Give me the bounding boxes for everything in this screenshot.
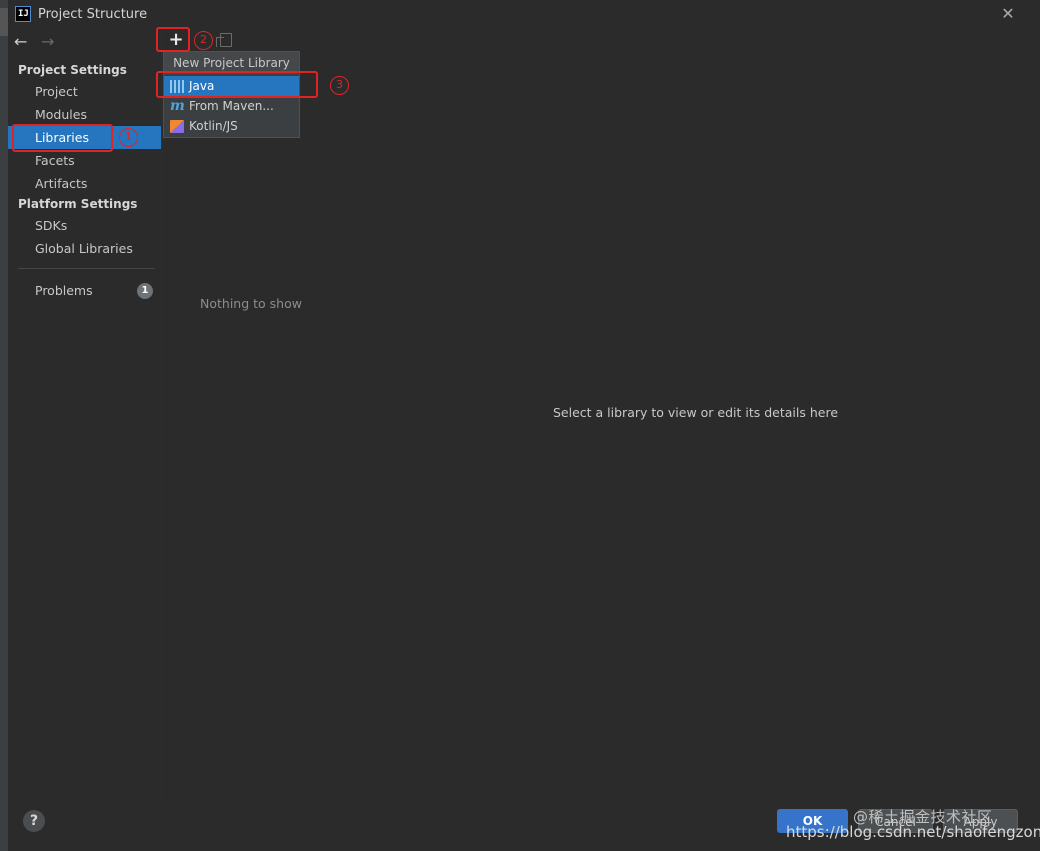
popup-item-kotlin-js[interactable]: Kotlin/JS — [164, 116, 299, 136]
back-arrow-icon[interactable]: ← — [14, 33, 27, 51]
sidebar-item-global-libraries[interactable]: Global Libraries — [8, 237, 161, 260]
help-icon[interactable]: ? — [23, 810, 45, 832]
sidebar-item-artifacts[interactable]: Artifacts — [8, 172, 161, 195]
popup-item-maven[interactable]: m From Maven... — [164, 96, 299, 116]
details-hint-text: Select a library to view or edit its det… — [553, 405, 839, 420]
popup-item-maven-label: From Maven... — [189, 99, 274, 113]
annotation-box-add — [156, 27, 190, 52]
annotation-box-java — [156, 71, 318, 98]
window-title: Project Structure — [38, 7, 148, 22]
close-icon[interactable]: ✕ — [998, 4, 1018, 24]
left-edge-tab — [0, 8, 8, 36]
copy-icon[interactable] — [216, 33, 232, 47]
sidebar-item-modules[interactable]: Modules — [8, 103, 161, 126]
popup-item-kotlin-js-label: Kotlin/JS — [189, 119, 238, 133]
problems-count-badge: 1 — [137, 283, 153, 299]
left-edge-strip — [0, 0, 8, 851]
sidebar-item-sdks[interactable]: SDKs — [8, 214, 161, 237]
watermark-csdn-url: https://blog.csdn.net/shaofengzong — [786, 823, 1040, 841]
empty-list-text: Nothing to show — [200, 296, 302, 311]
maven-icon: m — [170, 98, 185, 114]
annotation-box-libraries — [12, 124, 113, 152]
forward-arrow-icon[interactable]: → — [41, 33, 54, 51]
sidebar-item-facets[interactable]: Facets — [8, 149, 161, 172]
title-bar: IJ Project Structure ✕ — [8, 0, 1040, 30]
step-2-marker: 2 — [194, 31, 213, 50]
step-1-marker: 1 — [119, 128, 138, 147]
kotlin-js-icon — [170, 120, 184, 133]
sidebar-item-project[interactable]: Project — [8, 80, 161, 103]
intellij-app-icon: IJ — [15, 6, 31, 22]
panel-separator[interactable] — [161, 30, 162, 800]
platform-settings-header: Platform Settings — [18, 197, 138, 211]
project-settings-header: Project Settings — [18, 63, 127, 77]
step-3-marker: 3 — [330, 76, 349, 95]
sidebar-divider — [18, 268, 155, 269]
